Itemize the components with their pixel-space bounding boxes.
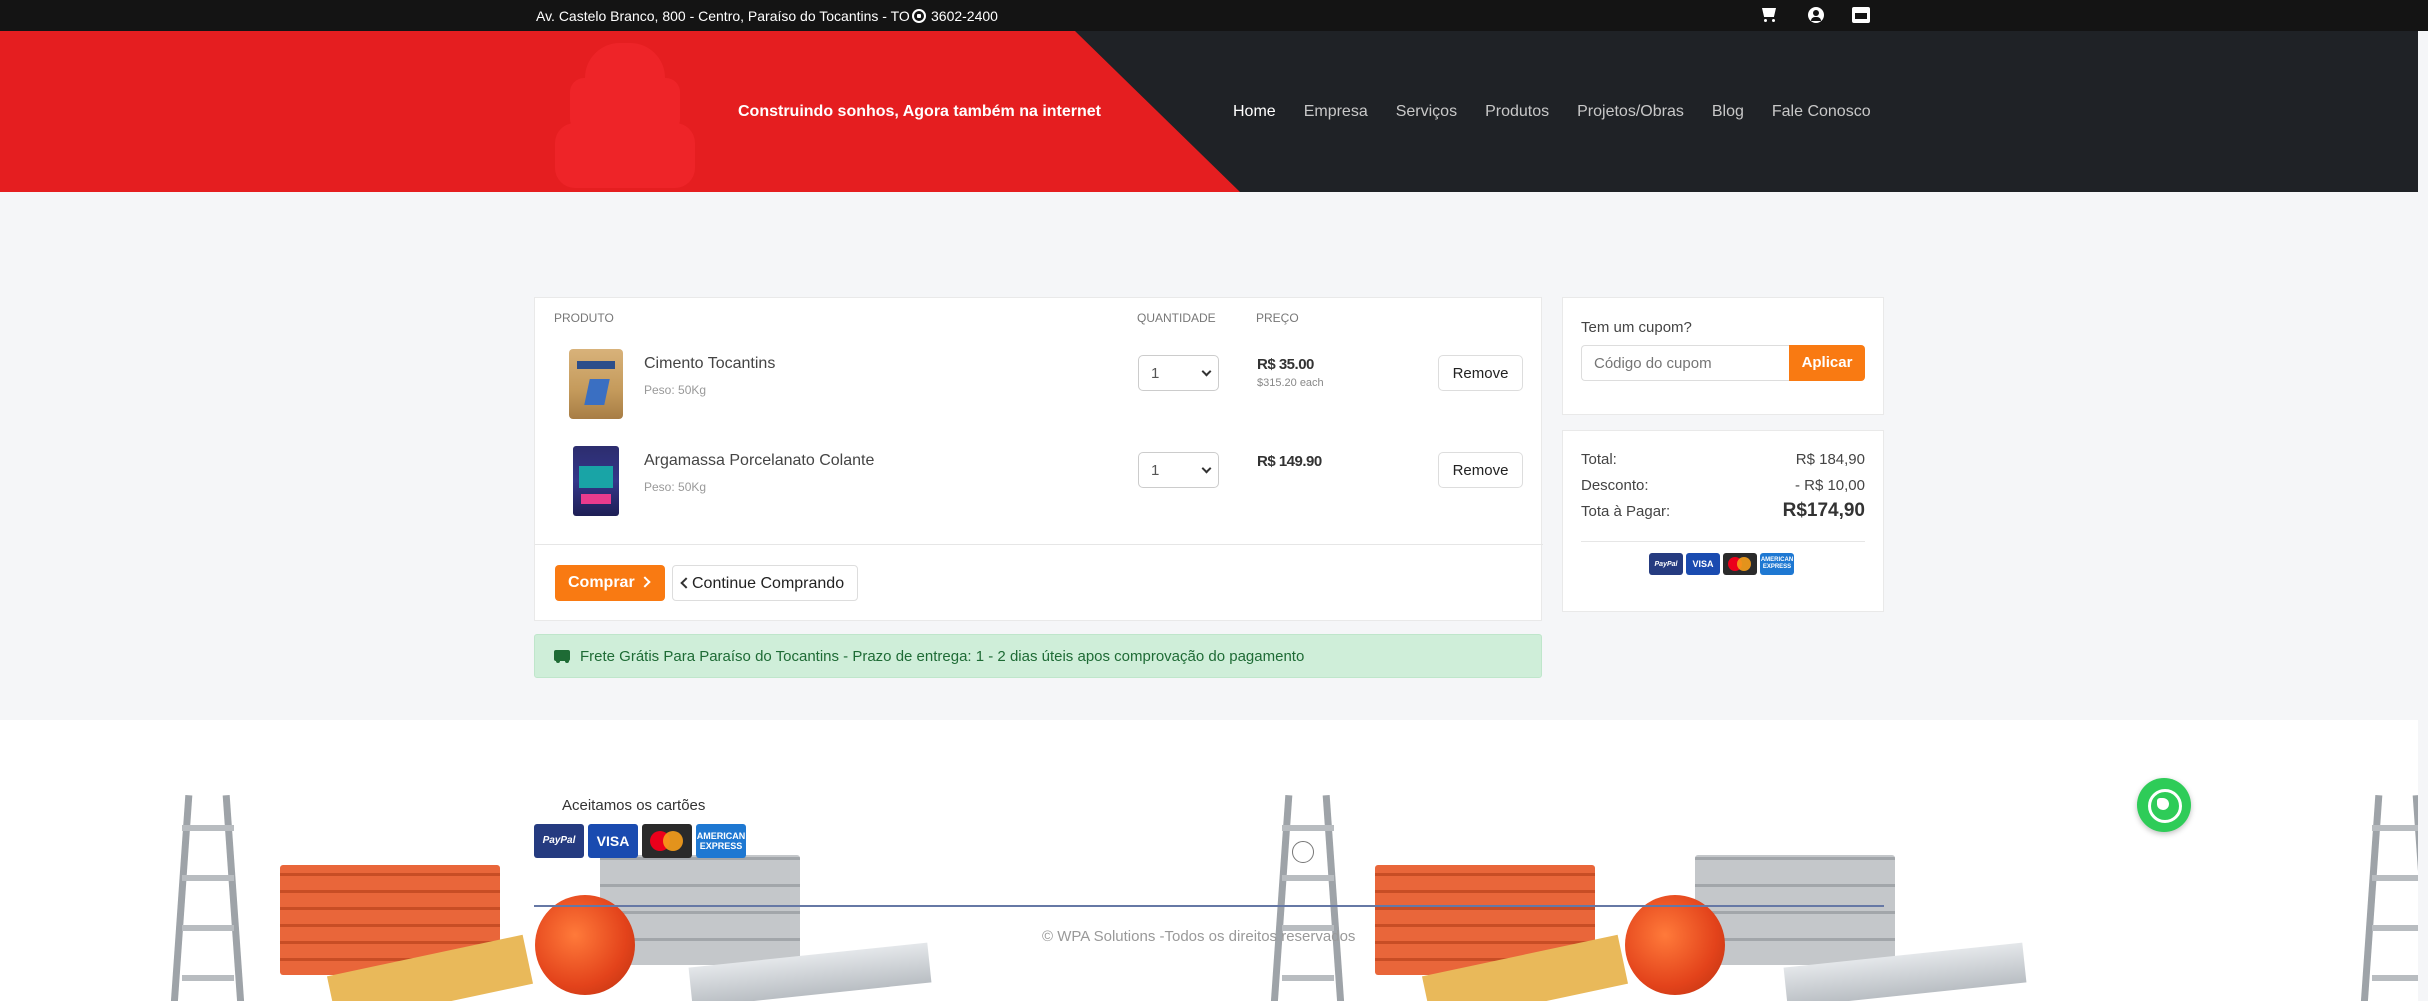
site-logo[interactable] (555, 43, 695, 188)
store-address: Av. Castelo Branco, 800 - Centro, Paraís… (536, 8, 910, 24)
divider (1581, 541, 1865, 542)
main-nav: Home Empresa Serviços Produtos Projetos/… (1233, 103, 1899, 121)
top-bar: Av. Castelo Branco, 800 - Centro, Paraís… (0, 0, 2428, 31)
truck-icon (554, 650, 570, 663)
product-image[interactable] (569, 349, 623, 419)
store-phone[interactable]: 3602-2400 (912, 8, 998, 24)
amount-due-value: R$174,90 (1782, 500, 1865, 521)
discount-value: - R$ 10,00 (1794, 477, 1865, 494)
coupon-input[interactable] (1581, 345, 1789, 381)
chevron-right-icon (639, 576, 651, 588)
total-row: Total: R$ 184,90 (1581, 451, 1865, 468)
product-price: R$ 35.00 (1257, 356, 1314, 373)
payment-cards: PayPal VISA AMERICAN EXPRESS (1649, 553, 1794, 575)
buy-button[interactable]: Comprar (555, 565, 665, 601)
remove-button[interactable]: Remove (1438, 355, 1523, 391)
nav-blog[interactable]: Blog (1712, 103, 1744, 121)
nav-projetos-obras[interactable]: Projetos/Obras (1577, 103, 1684, 121)
chevron-left-icon (680, 577, 692, 589)
amex-card-icon: AMERICAN EXPRESS (1760, 553, 1794, 575)
apply-coupon-button[interactable]: Aplicar (1789, 345, 1865, 381)
circle-icon (1292, 841, 1314, 863)
amount-due-row: Tota à Pagar: R$174,90 (1581, 500, 1865, 521)
store-icon[interactable] (1852, 7, 1870, 23)
total-value: R$ 184,90 (1795, 451, 1865, 468)
visa-card-icon: VISA (588, 824, 638, 858)
construction-illustration (1255, 795, 2155, 1001)
copyright-text: © WPA Solutions -Todos os direitos reser… (1042, 928, 1356, 945)
phone-number: 3602-2400 (931, 8, 998, 24)
footer-divider (534, 905, 1884, 907)
quantity-select[interactable]: 1 (1138, 452, 1219, 488)
amount-due-label: Tota à Pagar: (1581, 503, 1671, 520)
discount-label: Desconto: (1581, 477, 1649, 494)
cart-table: PRODUTO QUANTIDADE PREÇO Cimento Tocanti… (534, 297, 1543, 621)
construction-illustration (2350, 795, 2418, 1001)
accepted-cards-label: Aceitamos os cartões (562, 797, 706, 814)
paypal-card-icon: PayPal (1649, 553, 1683, 575)
nav-empresa[interactable]: Empresa (1304, 103, 1368, 121)
user-icon[interactable] (1808, 7, 1824, 23)
site-header: Construindo sonhos, Agora também na inte… (0, 31, 2418, 192)
whatsapp-icon (912, 9, 926, 23)
product-name[interactable]: Cimento Tocantins (644, 355, 775, 373)
visa-card-icon: VISA (1686, 553, 1720, 575)
product-weight: Peso: 50Kg (644, 480, 707, 494)
paypal-card-icon: PayPal (534, 824, 584, 858)
product-image[interactable] (573, 446, 619, 516)
coupon-label: Tem um cupom? (1581, 319, 1692, 336)
mastercard-card-icon (1723, 553, 1757, 575)
product-price: R$ 149.90 (1257, 453, 1322, 470)
quantity-select[interactable]: 1 (1138, 355, 1219, 391)
nav-home[interactable]: Home (1233, 103, 1276, 121)
site-footer: Aceitamos os cartões PayPal VISA AMERICA… (0, 720, 2418, 1001)
discount-row: Desconto: - R$ 10,00 (1581, 477, 1865, 494)
column-header-product: PRODUTO (554, 311, 614, 325)
cart-row: Argamassa Porcelanato Colante Peso: 50Kg… (535, 438, 1543, 535)
footer-payment-cards: PayPal VISA AMERICAN EXPRESS (534, 824, 746, 858)
chevron-down-icon (1201, 463, 1212, 474)
column-header-quantity: QUANTIDADE (1137, 311, 1216, 325)
remove-button[interactable]: Remove (1438, 452, 1523, 488)
nav-fale-conosco[interactable]: Fale Conosco (1772, 103, 1871, 121)
mastercard-card-icon (642, 824, 692, 858)
shipping-text: Frete Grátis Para Paraíso do Tocantins -… (580, 648, 1305, 665)
cart-icon[interactable] (1760, 5, 1780, 25)
whatsapp-float-button[interactable] (2137, 778, 2191, 832)
site-slogan: Construindo sonhos, Agora também na inte… (738, 103, 1101, 120)
product-weight: Peso: 50Kg (644, 383, 707, 397)
cart-row: Cimento Tocantins Peso: 50Kg 1 R$ 35.00 … (535, 341, 1543, 438)
unit-price: $315.20 each (1257, 377, 1324, 389)
nav-produtos[interactable]: Produtos (1485, 103, 1549, 121)
nav-servicos[interactable]: Serviços (1396, 103, 1457, 121)
amex-card-icon: AMERICAN EXPRESS (696, 824, 746, 858)
order-summary: Total: R$ 184,90 Desconto: - R$ 10,00 To… (1562, 430, 1884, 612)
total-label: Total: (1581, 451, 1617, 468)
top-icons (1760, 5, 1870, 25)
coupon-panel: Tem um cupom? Aplicar (1562, 297, 1884, 415)
chevron-down-icon (1201, 366, 1212, 377)
shipping-notice: Frete Grátis Para Paraíso do Tocantins -… (534, 634, 1542, 678)
continue-shopping-button[interactable]: Continue Comprando (672, 565, 858, 601)
divider (535, 544, 1543, 545)
column-header-price: PREÇO (1256, 311, 1299, 325)
product-name[interactable]: Argamassa Porcelanato Colante (644, 452, 874, 470)
